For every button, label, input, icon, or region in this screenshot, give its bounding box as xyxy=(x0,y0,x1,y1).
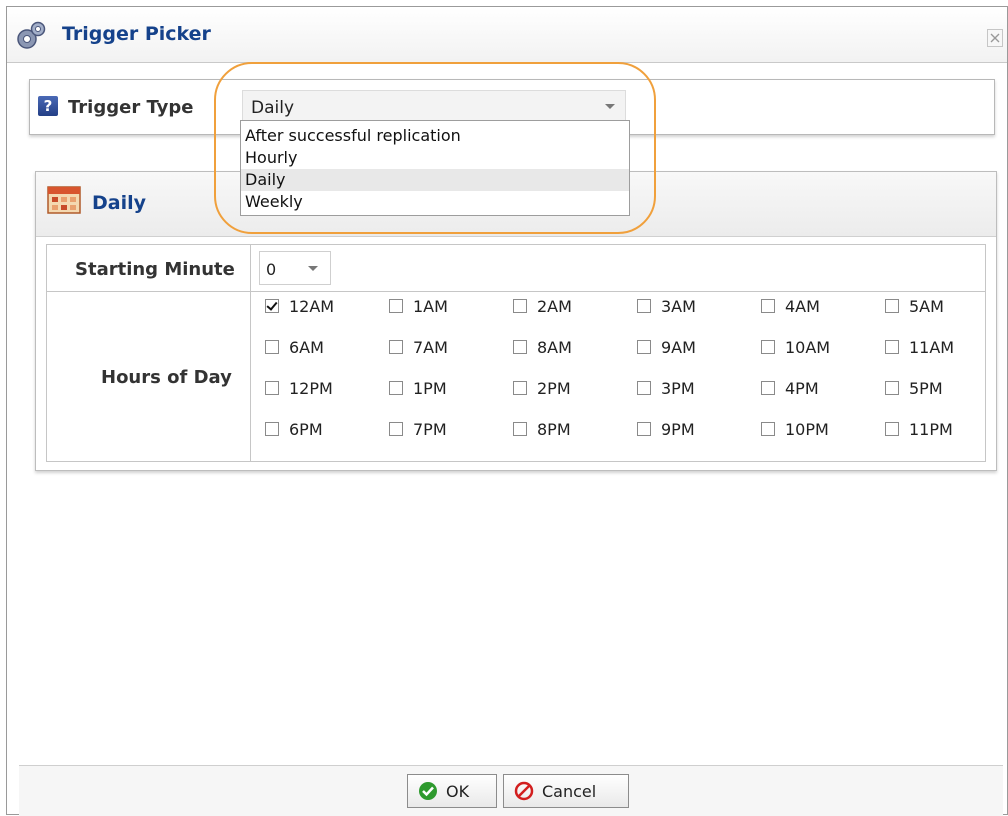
starting-minute-value: 0 xyxy=(266,260,277,279)
hour-checkbox[interactable] xyxy=(389,340,403,354)
hour-label: 5AM xyxy=(909,296,944,316)
check-circle-icon xyxy=(419,782,437,800)
hour-checkbox-item[interactable]: 8PM xyxy=(513,418,571,440)
hour-checkbox-item[interactable]: 2AM xyxy=(513,295,572,317)
hour-label: 10PM xyxy=(785,419,829,439)
hour-checkbox[interactable] xyxy=(513,340,527,354)
hour-checkbox-item[interactable]: 4AM xyxy=(761,295,820,317)
hour-label: 11AM xyxy=(909,337,955,357)
hour-label: 10AM xyxy=(785,337,831,357)
cancel-button-label: Cancel xyxy=(542,781,597,801)
hour-checkbox[interactable] xyxy=(885,340,899,354)
hour-checkbox[interactable] xyxy=(389,299,403,313)
hour-checkbox[interactable] xyxy=(761,340,775,354)
hour-checkbox[interactable] xyxy=(637,299,651,313)
hour-checkbox-item[interactable]: 6PM xyxy=(265,418,323,440)
hour-checkbox-item[interactable]: 6AM xyxy=(265,336,324,358)
column-divider xyxy=(250,245,251,461)
hour-label: 1AM xyxy=(413,296,448,316)
hour-label: 7AM xyxy=(413,337,448,357)
starting-minute-select[interactable]: 0 xyxy=(259,251,331,285)
hour-label: 9PM xyxy=(661,419,695,439)
hour-checkbox-item[interactable]: 5PM xyxy=(885,377,943,399)
hour-label: 12AM xyxy=(289,296,335,316)
hour-checkbox-item[interactable]: 7PM xyxy=(389,418,447,440)
hour-checkbox[interactable] xyxy=(389,422,403,436)
hour-label: 3AM xyxy=(661,296,696,316)
gears-icon xyxy=(17,21,46,49)
hour-checkbox[interactable] xyxy=(265,299,279,313)
cancel-icon xyxy=(514,781,534,801)
close-icon xyxy=(990,33,1000,43)
hour-checkbox[interactable] xyxy=(637,381,651,395)
hours-of-day-label: Hours of Day xyxy=(101,367,232,388)
hour-label: 9AM xyxy=(661,337,696,357)
hour-checkbox[interactable] xyxy=(265,422,279,436)
hour-checkbox-item[interactable]: 10PM xyxy=(761,418,829,440)
hour-checkbox-item[interactable]: 4PM xyxy=(761,377,819,399)
hour-label: 4PM xyxy=(785,378,819,398)
hour-checkbox[interactable] xyxy=(761,299,775,313)
hour-label: 2AM xyxy=(537,296,572,316)
hour-checkbox-item[interactable]: 10AM xyxy=(761,336,830,358)
hour-label: 11PM xyxy=(909,419,953,439)
hour-checkbox-item[interactable]: 11AM xyxy=(885,336,954,358)
schedule-grid: Starting Minute 0 Hours of Day 12AM 1AM 2A… xyxy=(46,244,986,462)
hour-checkbox-item[interactable]: 3PM xyxy=(637,377,695,399)
hour-checkbox[interactable] xyxy=(265,381,279,395)
hour-checkbox-item[interactable]: 11PM xyxy=(885,418,953,440)
window-title: Trigger Picker xyxy=(62,23,211,45)
hour-checkbox[interactable] xyxy=(513,381,527,395)
trigger-type-label: Trigger Type xyxy=(68,97,194,118)
cancel-button[interactable]: Cancel xyxy=(503,774,629,808)
ok-button-label: OK xyxy=(446,781,470,801)
hour-label: 3PM xyxy=(661,378,695,398)
hour-label: 8PM xyxy=(537,419,571,439)
hour-checkbox-item[interactable]: 2PM xyxy=(513,377,571,399)
highlight-annotation xyxy=(214,62,656,234)
hour-label: 6AM xyxy=(289,337,324,357)
hour-checkbox-item[interactable]: 8AM xyxy=(513,336,572,358)
hour-checkbox[interactable] xyxy=(637,422,651,436)
hour-checkbox[interactable] xyxy=(513,299,527,313)
hour-label: 6PM xyxy=(289,419,323,439)
hour-label: 12PM xyxy=(289,378,333,398)
hour-checkbox[interactable] xyxy=(389,381,403,395)
hour-checkbox-item[interactable]: 12AM xyxy=(265,295,334,317)
hour-checkbox[interactable] xyxy=(265,340,279,354)
hour-checkbox[interactable] xyxy=(637,340,651,354)
hour-checkbox[interactable] xyxy=(885,422,899,436)
hour-checkbox[interactable] xyxy=(885,381,899,395)
hour-label: 7PM xyxy=(413,419,447,439)
daily-panel-title: Daily xyxy=(92,192,147,214)
hour-checkbox-item[interactable]: 7AM xyxy=(389,336,448,358)
hour-checkbox[interactable] xyxy=(761,381,775,395)
hour-label: 4AM xyxy=(785,296,820,316)
hour-label: 2PM xyxy=(537,378,571,398)
hour-label: 8AM xyxy=(537,337,572,357)
button-bar: OK Cancel xyxy=(19,765,1003,816)
close-button[interactable] xyxy=(987,29,1003,47)
help-icon: ? xyxy=(38,96,58,116)
hour-checkbox-item[interactable]: 1AM xyxy=(389,295,448,317)
title-bar: Trigger Picker xyxy=(7,7,1007,63)
hour-label: 5PM xyxy=(909,378,943,398)
hour-checkbox-item[interactable]: 5AM xyxy=(885,295,944,317)
row-divider xyxy=(47,291,985,292)
hour-checkbox-item[interactable]: 9PM xyxy=(637,418,695,440)
hour-checkbox[interactable] xyxy=(761,422,775,436)
starting-minute-label: Starting Minute xyxy=(75,259,235,280)
calendar-icon xyxy=(47,186,81,214)
chevron-down-icon xyxy=(308,266,318,271)
hour-checkbox[interactable] xyxy=(513,422,527,436)
hour-checkbox[interactable] xyxy=(885,299,899,313)
hour-checkbox-item[interactable]: 12PM xyxy=(265,377,333,399)
hour-checkbox-item[interactable]: 3AM xyxy=(637,295,696,317)
hour-checkbox-item[interactable]: 9AM xyxy=(637,336,696,358)
ok-button[interactable]: OK xyxy=(407,774,497,808)
hour-checkbox-item[interactable]: 1PM xyxy=(389,377,447,399)
hour-label: 1PM xyxy=(413,378,447,398)
